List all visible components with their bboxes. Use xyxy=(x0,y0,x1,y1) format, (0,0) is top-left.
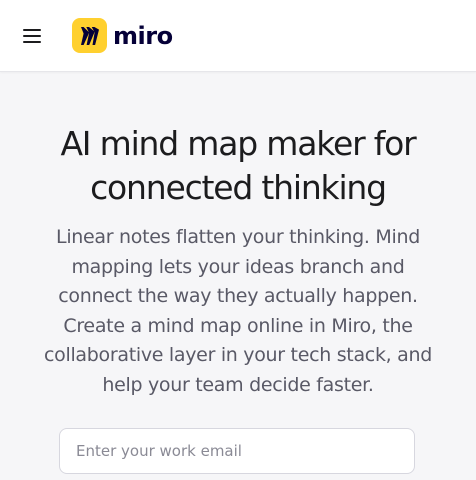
miro-logo-icon xyxy=(72,18,107,53)
miro-logo-link[interactable]: miro xyxy=(72,17,173,54)
description-line: connect the way they actually happen. xyxy=(58,285,418,307)
work-email-input[interactable] xyxy=(59,428,415,474)
top-header: miro xyxy=(0,0,476,72)
logo-text: miro xyxy=(113,21,173,50)
description-line: collaborative layer in your tech stack, … xyxy=(44,344,432,366)
menu-icon-bar xyxy=(23,41,41,43)
hero-section: AI mind map maker for connected thinking… xyxy=(0,122,476,400)
description-line: Create a mind map online in Miro, the xyxy=(63,314,413,337)
description-line: mapping lets your ideas branch and xyxy=(71,255,405,278)
menu-icon-bar xyxy=(23,29,41,31)
menu-icon-bar xyxy=(23,35,41,37)
description-line: help your team decide faster. xyxy=(102,373,374,396)
title-line: connected thinking xyxy=(90,168,387,207)
hamburger-menu-button[interactable] xyxy=(20,24,44,48)
description-line: Linear notes flatten your thinking. Mind xyxy=(56,226,420,248)
hero-description: Linear notes flatten your thinking. Mind… xyxy=(16,223,460,400)
miro-logo-mark-icon xyxy=(80,26,99,45)
title-line: AI mind map maker for xyxy=(60,124,416,163)
page-title: AI mind map maker for connected thinking xyxy=(16,122,460,210)
